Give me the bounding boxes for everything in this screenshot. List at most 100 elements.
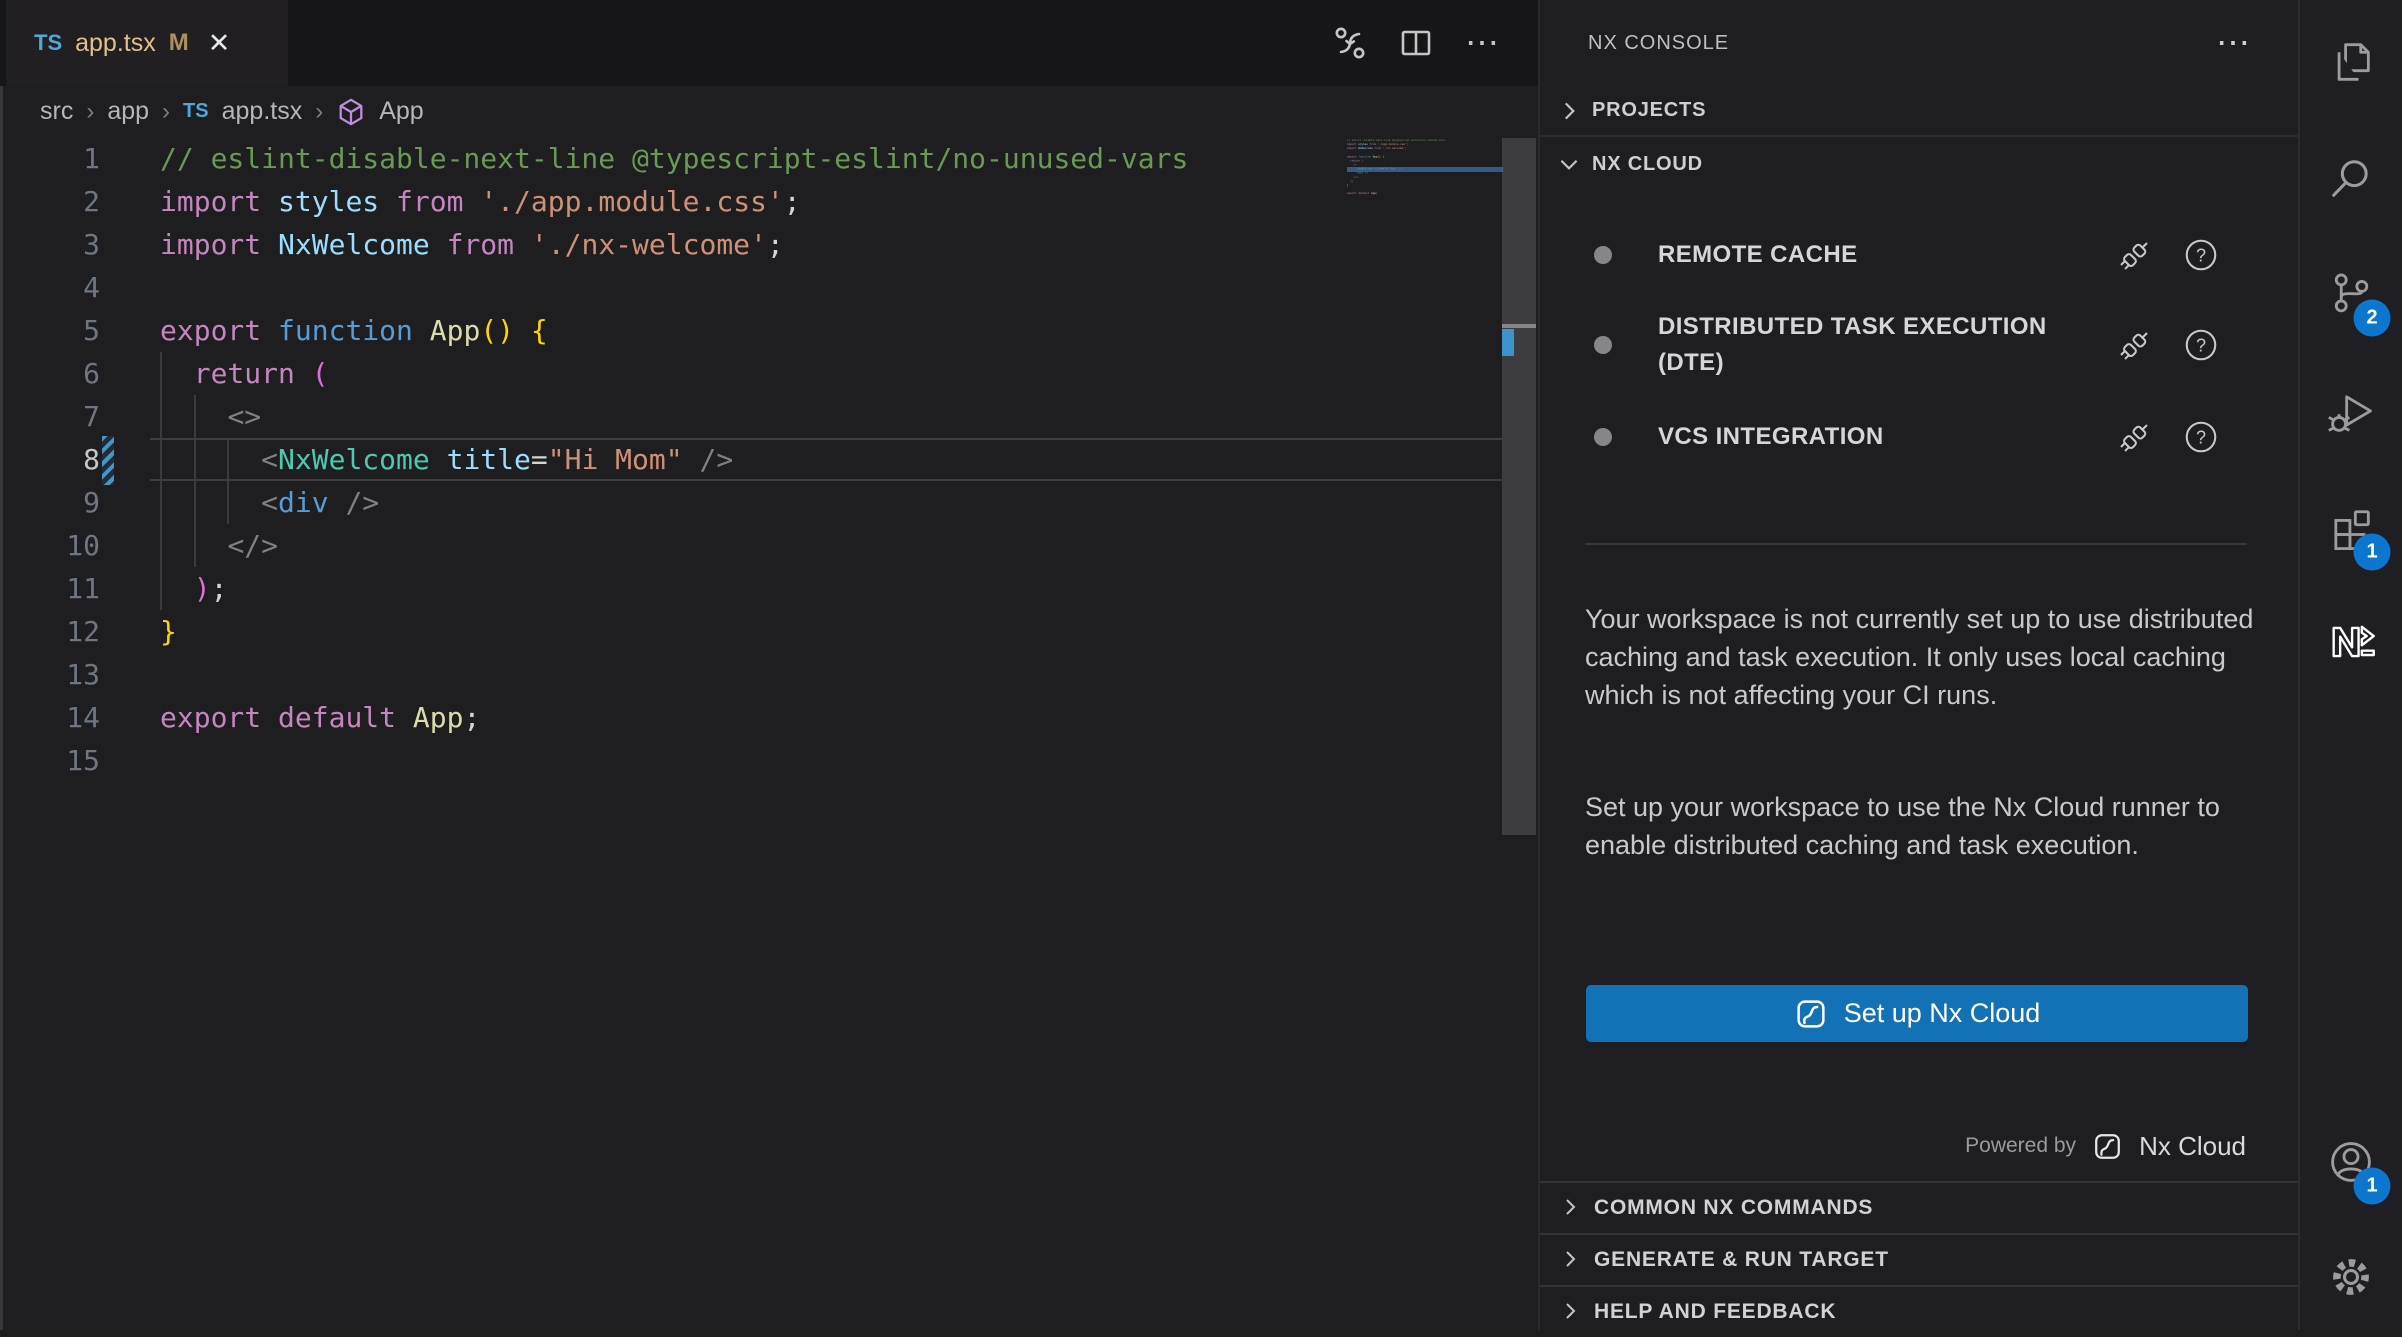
collapsed-section-label: HELP AND FEEDBACK [1594, 1300, 1836, 1324]
scrollbar-slider[interactable] [1502, 138, 1536, 835]
breadcrumb-file[interactable]: app.tsx [222, 97, 303, 126]
symbol-cube-icon [336, 97, 366, 127]
gutter [100, 352, 150, 395]
section-generate-run-target[interactable]: GENERATE & RUN TARGET [1540, 1233, 2298, 1285]
section-projects[interactable]: PROJECTS [1540, 86, 2298, 137]
code-line[interactable]: 11 ); [0, 567, 1502, 610]
line-number: 5 [0, 309, 100, 352]
gutter [100, 137, 150, 180]
code-line[interactable]: 13 [0, 653, 1502, 696]
breadcrumb-separator: › [315, 98, 323, 126]
code-line[interactable]: 9 <div /> [0, 481, 1502, 524]
nx-console-icon[interactable] [2325, 616, 2377, 668]
code-line[interactable]: 8 <NxWelcome title="Hi Mom" /> [0, 438, 1502, 481]
collapsed-section-label: COMMON NX COMMANDS [1594, 1196, 1873, 1220]
gutter [100, 180, 150, 223]
editor-scrollbar[interactable] [1502, 86, 1536, 1330]
nx-cloud-feature-label: REMOTE CACHE [1658, 237, 1857, 273]
section-nx-cloud[interactable]: NX CLOUD [1540, 137, 2298, 191]
line-number: 1 [0, 137, 100, 180]
line-number: 7 [0, 395, 100, 438]
line-number: 10 [0, 524, 100, 567]
gutter [100, 438, 150, 481]
nx-console-panel: NX CONSOLE ⋯ PROJECTS NX CLOUD REMOTE CA… [1538, 0, 2298, 1330]
activity-bar: 2 1 1 [2298, 0, 2402, 1330]
split-editor-icon[interactable] [1396, 23, 1436, 63]
chevron-right-icon [1556, 98, 1582, 124]
code-line[interactable]: 3import NxWelcome from './nx-welcome'; [0, 223, 1502, 266]
help-question-icon[interactable]: ? [2182, 418, 2220, 456]
bullet-icon [1594, 428, 1612, 446]
help-question-icon[interactable]: ? [2182, 236, 2220, 274]
code-line[interactable]: 4 [0, 266, 1502, 309]
breadcrumb-app[interactable]: app [107, 97, 149, 126]
nx-cloud-feature-item[interactable]: DISTRIBUTED TASK EXECUTION (DTE) ? [1540, 305, 2298, 385]
code-line[interactable]: 12} [0, 610, 1502, 653]
overview-ruler-cursor-mark [1502, 324, 1536, 328]
workspace-status-text: Your workspace is not currently set up t… [1585, 600, 2257, 714]
settings-gear-icon[interactable] [2325, 1251, 2377, 1303]
overview-ruler-modified-mark [1502, 329, 1514, 356]
gutter [100, 266, 150, 309]
gutter [100, 653, 150, 696]
search-icon[interactable] [2325, 152, 2377, 204]
line-number: 4 [0, 266, 100, 309]
run-debug-icon[interactable] [2325, 386, 2377, 438]
account-badge: 1 [2354, 1168, 2391, 1205]
code-line[interactable]: 2import styles from './app.module.css'; [0, 180, 1502, 223]
section-projects-label: PROJECTS [1592, 99, 1706, 122]
open-changes-icon[interactable] [1330, 23, 1370, 63]
editor-region: TS app.tsx M ✕ ⋯ src › app › [0, 0, 1538, 1330]
help-question-icon[interactable]: ? [2182, 326, 2220, 364]
line-number: 8 [0, 438, 100, 481]
connect-plug-icon[interactable] [2116, 326, 2154, 364]
code-line[interactable]: 6 return ( [0, 352, 1502, 395]
chevron-right-icon [1558, 1247, 1584, 1273]
section-help-and-feedback[interactable]: HELP AND FEEDBACK [1540, 1285, 2298, 1337]
nx-cloud-feature-item[interactable]: REMOTE CACHE ? [1540, 230, 2298, 280]
section-common-nx-commands[interactable]: COMMON NX COMMANDS [1540, 1181, 2298, 1233]
code-editor[interactable]: 1 // eslint-disable-next-line @typescript… [0, 137, 1502, 782]
gutter [100, 223, 150, 266]
nx-cloud-brand-label: Nx Cloud [2139, 1131, 2246, 1162]
code-line[interactable]: 10 </> [0, 524, 1502, 567]
more-actions-icon[interactable]: ⋯ [1462, 23, 1502, 63]
code-line[interactable]: 1// eslint-disable-next-line @typescript… [0, 137, 1502, 180]
bullet-icon [1594, 246, 1612, 264]
gutter [100, 739, 150, 782]
connect-plug-icon[interactable] [2116, 236, 2154, 274]
minimap[interactable]: // eslint-disable-next-line @typescript-… [1347, 138, 1503, 210]
editor-actions: ⋯ [1330, 0, 1502, 86]
code-line[interactable]: 7 <> [0, 395, 1502, 438]
git-modified-badge: M [169, 29, 189, 57]
breadcrumb-symbol[interactable]: App [379, 97, 423, 126]
nx-cloud-feature-label: DISTRIBUTED TASK EXECUTION (DTE) [1658, 309, 2088, 381]
gutter [100, 524, 150, 567]
gutter [100, 610, 150, 653]
gutter [100, 696, 150, 739]
typescript-file-icon: TS [183, 100, 209, 123]
chevron-right-icon [1558, 1299, 1584, 1325]
nx-cloud-feature-item[interactable]: VCS INTEGRATION ? [1540, 412, 2298, 462]
powered-by-row: Powered by Nx Cloud [1965, 1118, 2246, 1174]
code-line[interactable]: 14export default App; [0, 696, 1502, 739]
panel-more-actions-icon[interactable]: ⋯ [2216, 0, 2250, 86]
line-number: 15 [0, 739, 100, 782]
setup-nx-cloud-button[interactable]: Set up Nx Cloud [1586, 985, 2248, 1042]
code-line[interactable]: 15 [0, 739, 1502, 782]
explorer-icon[interactable] [2325, 36, 2377, 88]
breadcrumb-src[interactable]: src [40, 97, 73, 126]
line-number: 13 [0, 653, 100, 696]
code-line[interactable]: 5export function App() { [0, 309, 1502, 352]
setup-instruction-text: Set up your workspace to use the Nx Clou… [1585, 788, 2257, 864]
nx-cloud-logo-icon [1794, 997, 1828, 1031]
line-number: 2 [0, 180, 100, 223]
minimap-current-line [1347, 167, 1503, 172]
tab-app-tsx[interactable]: TS app.tsx M ✕ [6, 0, 288, 86]
collapsed-section-label: GENERATE & RUN TARGET [1594, 1248, 1889, 1272]
gutter [100, 309, 150, 352]
setup-nx-cloud-button-label: Set up Nx Cloud [1844, 998, 2041, 1029]
connect-plug-icon[interactable] [2116, 418, 2154, 456]
close-tab-icon[interactable]: ✕ [208, 30, 231, 57]
panel-title: NX CONSOLE [1540, 32, 1729, 55]
